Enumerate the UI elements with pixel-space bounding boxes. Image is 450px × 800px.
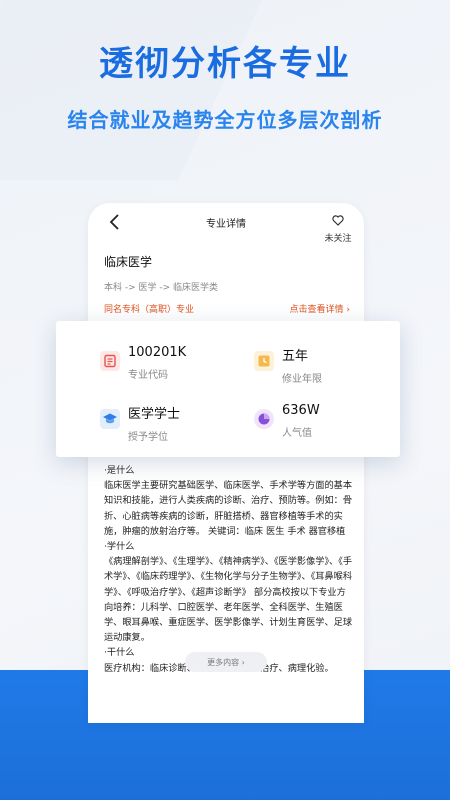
graduation-cap-icon (100, 409, 120, 429)
breadcrumb: 本科 -> 医学 -> 临床医学类 (104, 283, 219, 293)
major-description: ·是什么 临床医学主要研究基础医学、临床医学、手术学等方面的基本知识和技能，进行… (104, 463, 354, 676)
page-title: 专业详情 (206, 218, 246, 230)
section-heading: ·是什么 (104, 465, 135, 476)
link-row: 同名专科（高职）专业 点击查看详情 › (104, 302, 350, 315)
stat-label: 专业代码 (128, 370, 168, 381)
major-info-card: 临床医学 本科 -> 医学 -> 临床医学类 同名专科（高职）专业 点击查看详情… (98, 241, 354, 326)
section-text: 《病理解剖学》、《生理学》、《精神病学》、《医学影像学》、《手术学》、《临床药理… (104, 556, 353, 644)
view-details-link[interactable]: 点击查看详情 › (290, 302, 350, 315)
stat-label: 修业年限 (282, 374, 322, 385)
heart-icon (332, 215, 344, 226)
stat-label: 授予学位 (128, 432, 168, 443)
section-text: 临床医学主要研究基础医学、临床医学、手术学等方面的基本知识和技能，进行人类疾病的… (104, 480, 353, 537)
more-content-button[interactable]: 更多内容 › (185, 652, 267, 672)
stat-value: 100201K (128, 345, 187, 360)
section-heading: ·学什么 (104, 541, 135, 553)
stats-card: 100201K 专业代码 五年 修业年限 医学学士 授予学位 636W 人气值 (56, 321, 400, 457)
stat-study-years: 五年 修业年限 (254, 345, 322, 385)
navbar: 专业详情 未关注 (88, 203, 364, 244)
follow-button[interactable]: 未关注 (322, 211, 354, 244)
pie-chart-icon (254, 409, 274, 429)
stat-degree: 医学学士 授予学位 (100, 403, 180, 443)
stat-value: 医学学士 (128, 407, 181, 422)
stat-label: 人气值 (282, 428, 312, 439)
code-icon (100, 351, 120, 371)
stat-value: 五年 (282, 349, 309, 364)
stat-major-code: 100201K 专业代码 (100, 345, 186, 381)
stat-popularity: 636W 人气值 (254, 403, 320, 439)
clock-icon (254, 351, 274, 371)
stat-value: 636W (282, 403, 320, 418)
same-name-major-link[interactable]: 同名专科（高职）专业 (104, 302, 194, 315)
promo-subline: 结合就业及趋势全方位多层次剖析 (67, 108, 383, 132)
major-name: 临床医学 (104, 255, 153, 269)
back-arrow-icon[interactable] (108, 213, 122, 231)
promo-headline: 透彻分析各专业 (99, 44, 351, 84)
follow-label: 未关注 (324, 234, 352, 244)
